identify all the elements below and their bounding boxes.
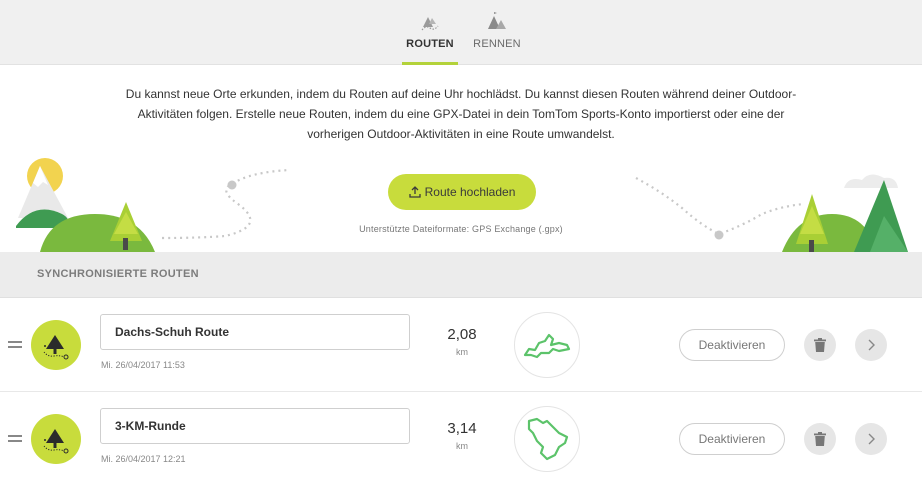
right-landscape-illustration — [635, 174, 908, 252]
active-tab-indicator — [402, 62, 458, 65]
route-name-input[interactable] — [100, 408, 410, 444]
route-map-thumbnail[interactable] — [514, 312, 580, 378]
tab-races[interactable]: RENNEN — [470, 0, 524, 65]
route-tree-icon — [43, 335, 69, 360]
trash-icon — [814, 338, 826, 352]
distance-value: 3,14 — [447, 420, 477, 437]
synced-routes-title: SYNCHRONISIERTE ROUTEN — [37, 268, 199, 280]
delete-button[interactable] — [804, 423, 836, 455]
chevron-right-icon — [868, 339, 875, 351]
route-date: Mi. 26/04/2017 11:53 — [101, 360, 185, 370]
route-distance: 2,08 km — [432, 326, 492, 357]
open-route-button[interactable] — [855, 329, 887, 361]
tab-routes-label: ROUTEN — [406, 38, 454, 50]
intro-panel: Du kannst neue Orte erkunden, indem du R… — [0, 66, 922, 252]
route-shape-icon — [527, 417, 569, 461]
route-map-thumbnail[interactable] — [514, 406, 580, 472]
deactivate-button[interactable]: Deaktivieren — [679, 329, 785, 361]
distance-unit: km — [456, 441, 468, 451]
route-name-input[interactable] — [100, 314, 410, 350]
route-avatar — [31, 320, 81, 370]
routes-icon — [421, 17, 439, 31]
tab-routes[interactable]: ROUTEN — [402, 0, 458, 65]
trash-icon — [814, 432, 826, 446]
supported-formats-note: Unterstützte Dateiformate: GPS Exchange … — [359, 224, 563, 234]
route-row: Mi. 26/04/2017 11:53 2,08 km Deaktiviere… — [0, 298, 922, 392]
upload-icon — [408, 186, 421, 198]
deactivate-button[interactable]: Deaktivieren — [679, 423, 785, 455]
distance-unit: km — [456, 347, 468, 357]
open-route-button[interactable] — [855, 423, 887, 455]
upload-route-label: Route hochladen — [424, 185, 516, 199]
route-avatar — [31, 414, 81, 464]
synced-routes-header: SYNCHRONISIERTE ROUTEN — [0, 252, 922, 298]
route-date: Mi. 26/04/2017 12:21 — [101, 454, 186, 464]
delete-button[interactable] — [804, 329, 836, 361]
route-distance: 3,14 km — [432, 420, 492, 451]
route-shape-icon — [523, 333, 571, 359]
route-tree-icon — [43, 429, 69, 454]
distance-value: 2,08 — [447, 326, 477, 343]
upload-route-button[interactable]: Route hochladen — [388, 174, 536, 210]
drag-handle-icon[interactable] — [8, 341, 22, 349]
route-row: Mi. 26/04/2017 12:21 3,14 km Deaktiviere… — [0, 392, 922, 478]
chevron-right-icon — [868, 433, 875, 445]
top-tab-bar: ROUTEN RENNEN — [0, 0, 922, 65]
left-landscape-illustration — [16, 158, 291, 252]
drag-handle-icon[interactable] — [8, 435, 22, 443]
races-icon — [488, 12, 506, 29]
tab-races-label: RENNEN — [473, 38, 521, 50]
